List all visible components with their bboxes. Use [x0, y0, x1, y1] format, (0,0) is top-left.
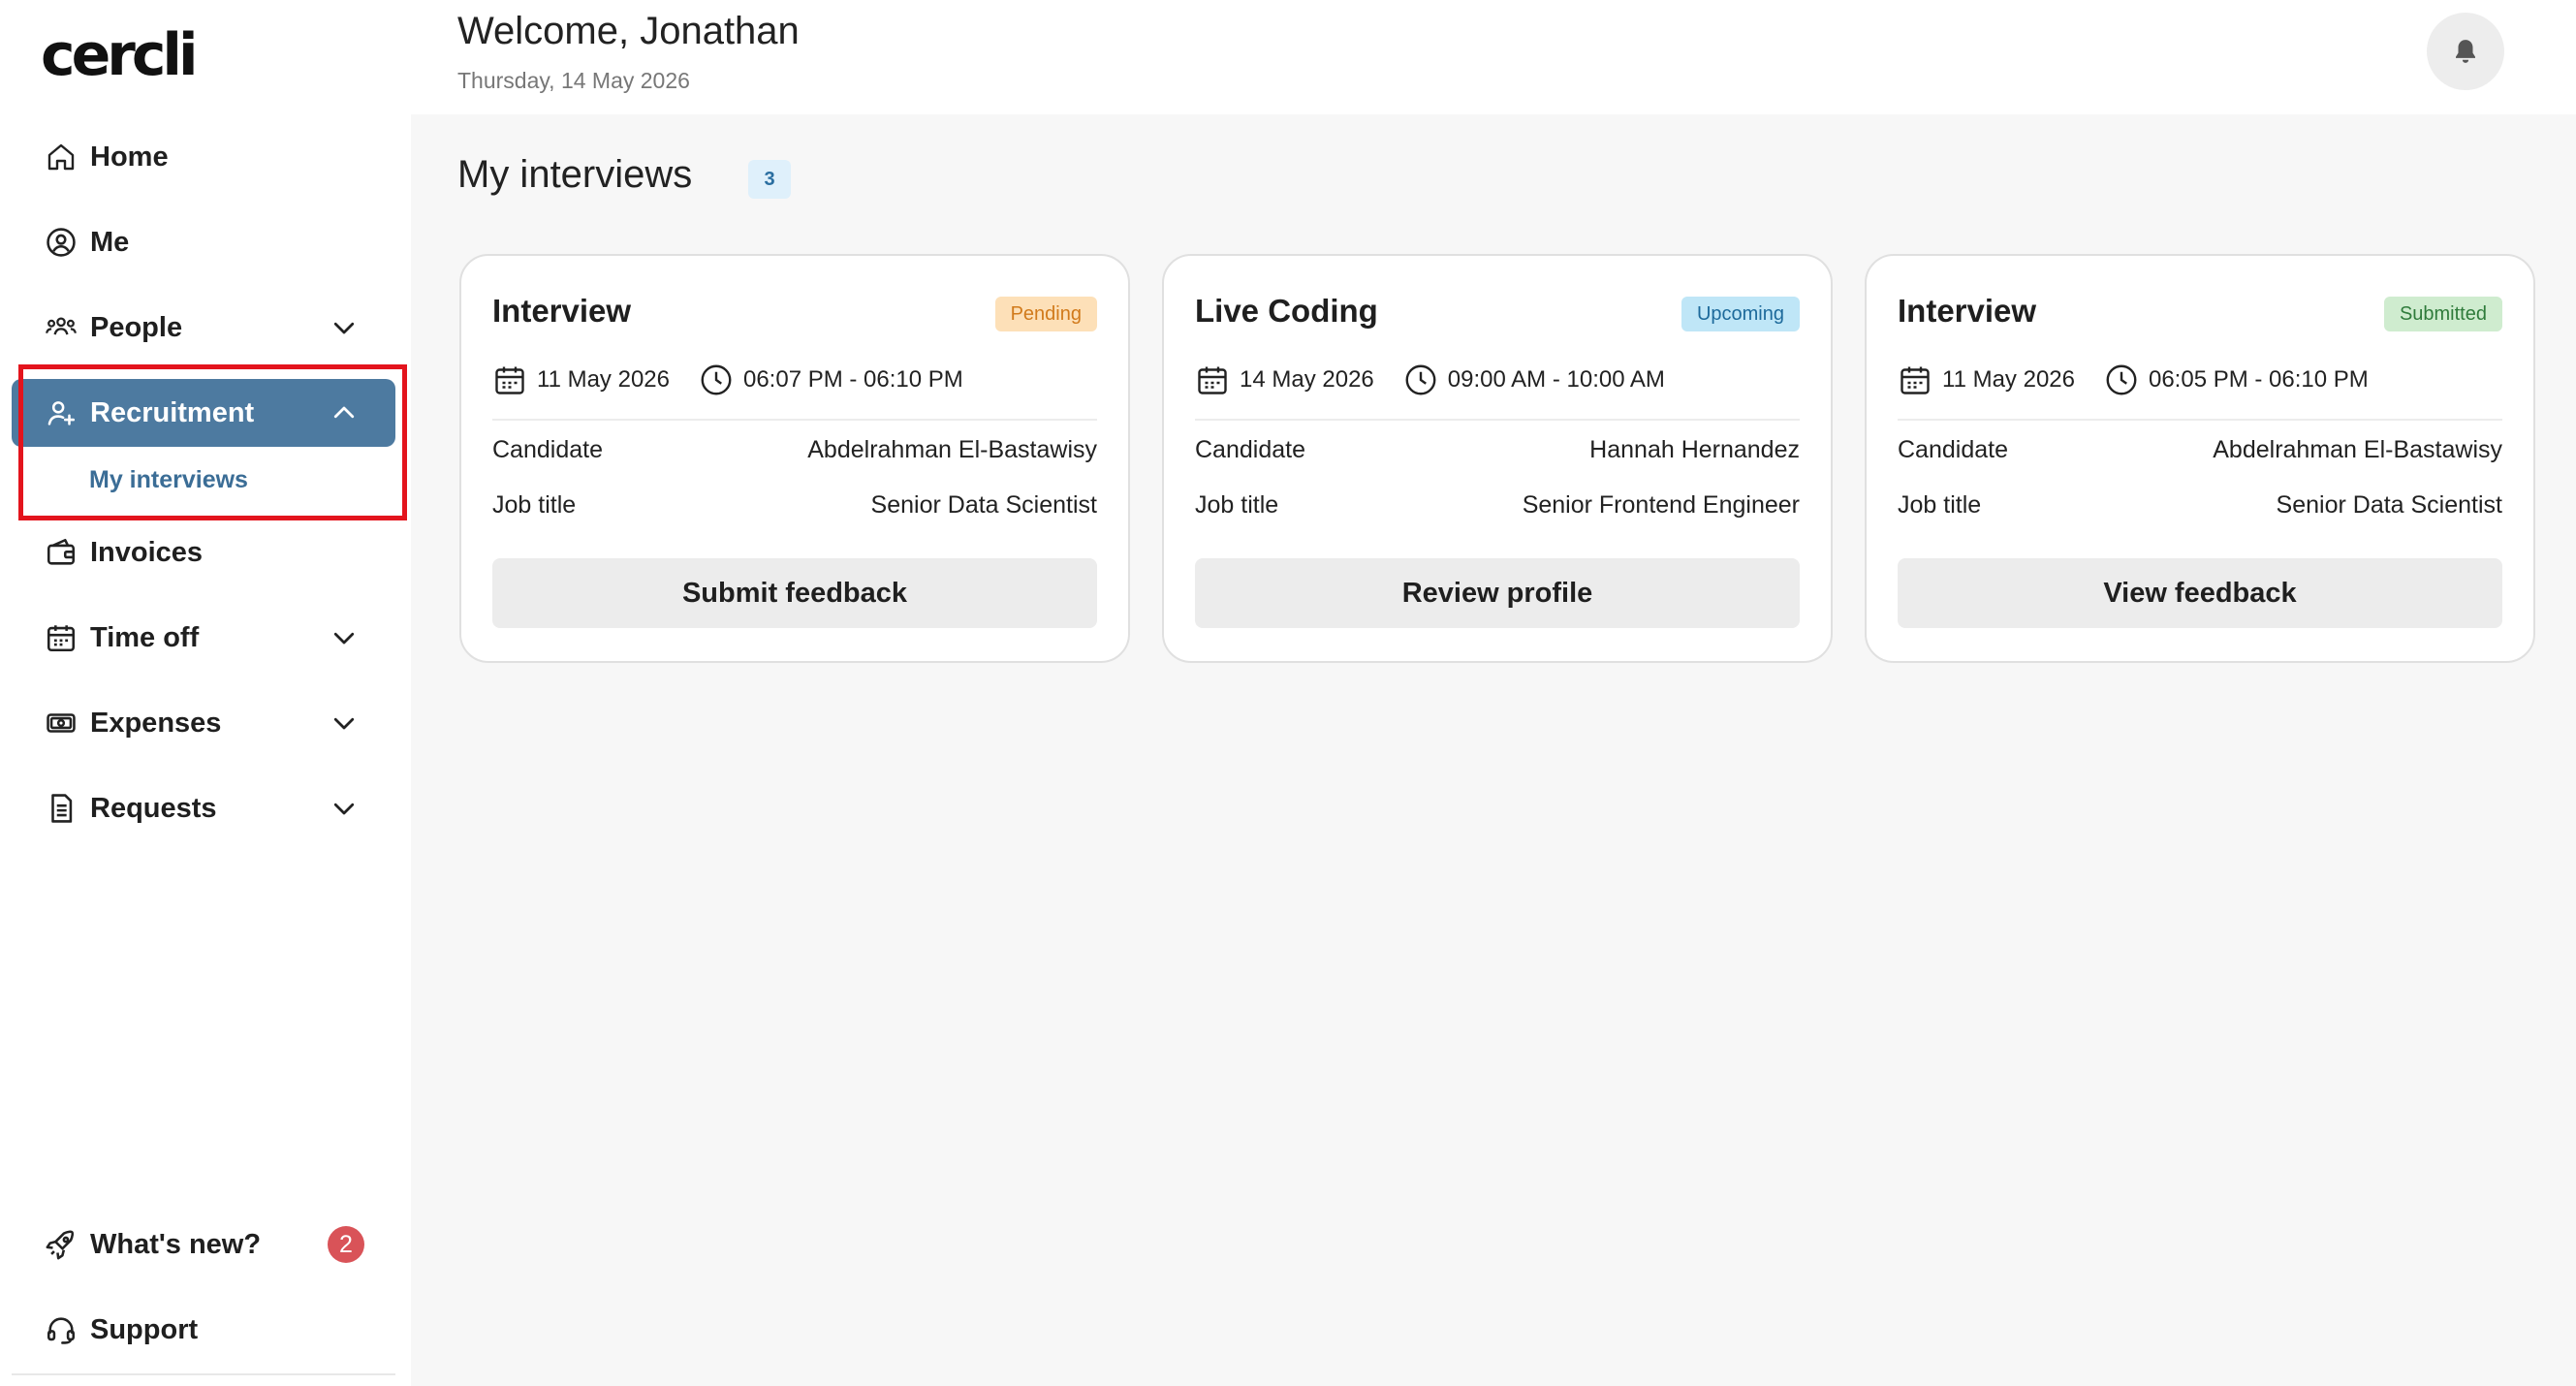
calendar-icon — [495, 366, 524, 394]
cash-icon — [44, 706, 79, 740]
document-icon — [44, 791, 79, 826]
sidebar-item-requests[interactable]: Requests — [12, 774, 395, 842]
sidebar-item-me[interactable]: Me — [12, 208, 395, 276]
clock-icon — [2106, 364, 2137, 395]
card-time: 06:07 PM - 06:10 PM — [742, 366, 963, 393]
status-badge: Pending — [994, 297, 1097, 331]
card-title: Interview — [492, 293, 632, 329]
sidebar-item-label: Time off — [90, 621, 200, 653]
notifications-button[interactable] — [2427, 13, 2504, 90]
sidebar-item-label: Recruitment — [90, 396, 255, 428]
calendar-icon — [1901, 366, 1930, 394]
calendar-icon — [44, 620, 79, 655]
sidebar-item-people[interactable]: People — [12, 294, 395, 362]
sidebar-item-label: People — [90, 311, 183, 343]
candidate-label: Candidate — [492, 436, 603, 463]
job-title-value: Senior Data Scientist — [870, 491, 1097, 519]
card-schedule: 14 May 2026 09:00 AM - 10:00 AM — [1195, 362, 1665, 397]
candidate-name: Abdelrahman El-Bastawisy — [807, 436, 1097, 463]
card-date: 11 May 2026 — [1942, 366, 2075, 393]
sidebar-item-label: Expenses — [90, 707, 222, 739]
job-title-label: Job title — [492, 491, 577, 519]
chevron-down-icon — [333, 717, 355, 730]
sidebar-item-label: Requests — [90, 792, 217, 824]
card-title: Live Coding — [1195, 293, 1378, 329]
rocket-icon — [44, 1227, 79, 1262]
sidebar-item-label: Invoices — [90, 536, 204, 568]
sidebar-item-label: What's new? — [90, 1228, 262, 1260]
welcome-heading: Welcome, Jonathan — [457, 10, 800, 52]
job-title-label: Job title — [1898, 491, 1982, 519]
candidate-row: Candidate Hannah Hernandez — [1195, 436, 1800, 464]
candidate-label: Candidate — [1195, 436, 1305, 463]
job-title-value: Senior Frontend Engineer — [1522, 491, 1800, 519]
card-divider — [1898, 419, 2502, 421]
main-content: My interviews 3 Interview Pending 11 May… — [411, 114, 2576, 1386]
chevron-up-icon — [333, 406, 355, 419]
job-title-row: Job title Senior Frontend Engineer — [1195, 491, 1800, 520]
sidebar-item-time-off[interactable]: Time off — [12, 604, 395, 672]
calendar-icon — [1198, 366, 1227, 394]
sidebar-item-label: Me — [90, 226, 130, 258]
card-date: 11 May 2026 — [537, 366, 670, 393]
top-header: Welcome, Jonathan Thursday, 14 May 2026 — [411, 0, 2576, 114]
card-date: 14 May 2026 — [1240, 366, 1374, 393]
job-title-value: Senior Data Scientist — [2276, 491, 2502, 519]
card-schedule: 11 May 2026 06:07 PM - 06:10 PM — [492, 362, 963, 397]
wallet-icon — [44, 535, 79, 570]
chevron-down-icon — [333, 322, 355, 334]
candidate-row: Candidate Abdelrahman El-Bastawisy — [1898, 436, 2502, 464]
sidebar-item-home[interactable]: Home — [12, 123, 395, 191]
card-time: 09:00 AM - 10:00 AM — [1447, 366, 1665, 393]
status-badge: Submitted — [2383, 297, 2502, 331]
candidate-name: Abdelrahman El-Bastawisy — [2213, 436, 2502, 463]
current-date: Thursday, 14 May 2026 — [457, 68, 690, 93]
interview-card: Interview Submitted 11 May 2026 06:05 PM… — [1865, 254, 2535, 663]
interview-count-badge: 3 — [748, 160, 791, 199]
sidebar-subitem-my-interviews[interactable]: My interviews — [89, 466, 248, 494]
sidebar-divider — [12, 1373, 395, 1375]
candidate-row: Candidate Abdelrahman El-Bastawisy — [492, 436, 1097, 464]
card-title: Interview — [1898, 293, 2037, 329]
job-title-row: Job title Senior Data Scientist — [492, 491, 1097, 520]
view-feedback-button[interactable]: View feedback — [1898, 558, 2502, 628]
bell-icon — [2456, 40, 2475, 63]
sidebar-item-expenses[interactable]: Expenses — [12, 689, 395, 757]
page-title: My interviews — [457, 153, 693, 196]
sidebar-item-label: Support — [90, 1313, 199, 1345]
candidate-name: Hannah Hernandez — [1589, 436, 1800, 463]
candidate-label: Candidate — [1898, 436, 2008, 463]
notification-count-badge: 2 — [328, 1226, 364, 1263]
review-profile-button[interactable]: Review profile — [1195, 558, 1800, 628]
job-title-row: Job title Senior Data Scientist — [1898, 491, 2502, 520]
cercli-logo[interactable]: cercli — [41, 21, 199, 89]
card-schedule: 11 May 2026 06:05 PM - 06:10 PM — [1898, 362, 2369, 397]
chevron-down-icon — [333, 632, 355, 645]
headset-icon — [44, 1312, 79, 1347]
chevron-down-icon — [333, 803, 355, 815]
sidebar-item-recruitment[interactable]: Recruitment — [12, 379, 395, 447]
user-plus-icon — [44, 395, 79, 430]
card-time: 06:05 PM - 06:10 PM — [2148, 366, 2369, 393]
sidebar-item-invoices[interactable]: Invoices — [12, 519, 395, 586]
interview-card: Interview Pending 11 May 2026 06:07 PM -… — [459, 254, 1130, 663]
interview-card: Live Coding Upcoming 14 May 2026 09:00 A… — [1162, 254, 1833, 663]
home-icon — [44, 140, 79, 174]
submit-feedback-button[interactable]: Submit feedback — [492, 558, 1097, 628]
sidebar: cercli Home Me People Recruitment My int… — [0, 0, 411, 1386]
sidebar-item-label: Home — [90, 141, 169, 173]
sidebar-item-support[interactable]: Support — [12, 1296, 395, 1364]
people-icon — [44, 310, 79, 345]
clock-icon — [701, 364, 732, 395]
card-divider — [492, 419, 1097, 421]
user-circle-icon — [44, 225, 79, 260]
card-divider — [1195, 419, 1800, 421]
status-badge: Upcoming — [1681, 297, 1800, 331]
clock-icon — [1405, 364, 1436, 395]
job-title-label: Job title — [1195, 491, 1279, 519]
